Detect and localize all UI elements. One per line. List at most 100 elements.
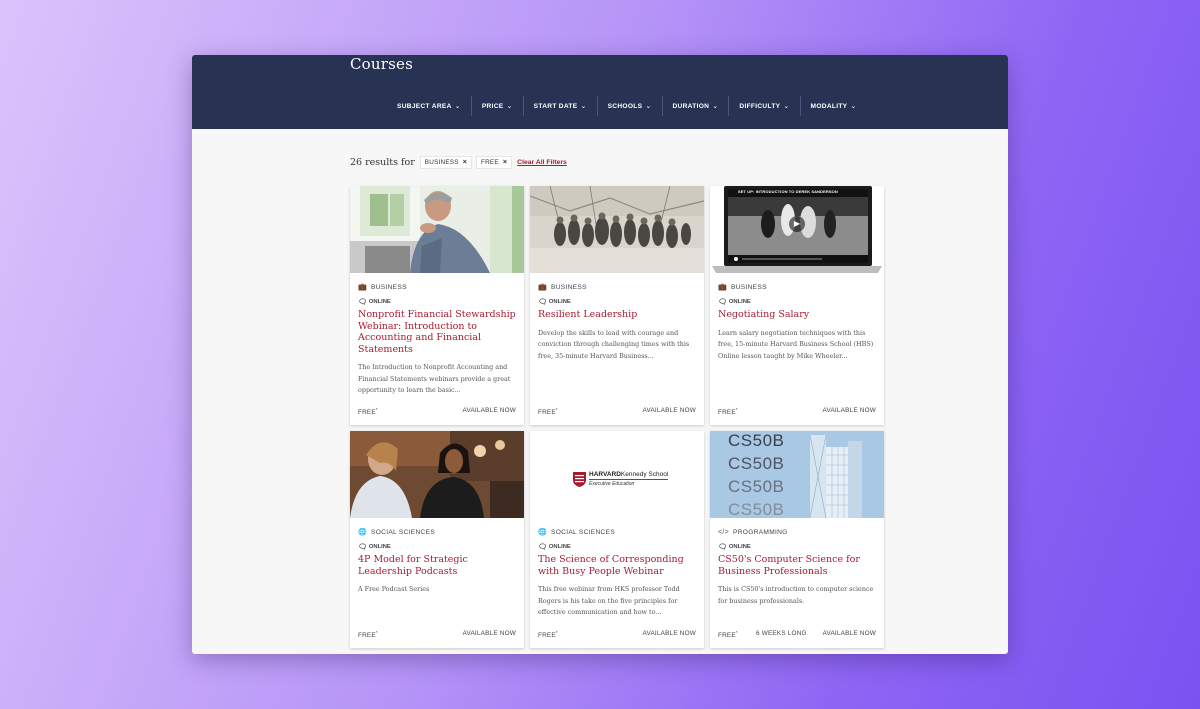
course-image: SET UP: INTRODUCTION TO DEREK SANDERSON …	[710, 186, 884, 273]
filter-subject-area[interactable]: SUBJECT AREA ⌄	[388, 96, 471, 116]
subject-label: BUSINESS	[551, 283, 587, 291]
price: FREE*	[358, 407, 378, 416]
card-subject: 🌐 SOCIAL SCIENCES	[358, 526, 516, 538]
filter-chip-business: BUSINESS ×	[419, 156, 473, 169]
shield-icon	[573, 471, 586, 487]
price-label: FREE	[358, 409, 376, 416]
modality-label: ONLINE	[368, 544, 391, 550]
card-body: 🌐 SOCIAL SCIENCES 🗨 ONLINE The Science of …	[530, 518, 704, 619]
price-footnote-mark: *	[555, 629, 558, 635]
card-body: 💼 BUSINESS 🗨 ONLINE Nonprofit Financial St…	[350, 273, 524, 397]
chat-bubble-icon: 🗨	[718, 544, 727, 551]
course-image	[350, 431, 524, 518]
logo-text-bold: HARVARD	[589, 471, 621, 478]
chip-label: BUSINESS	[424, 159, 459, 166]
card-subject: 💼 BUSINESS	[358, 281, 516, 293]
course-title-link[interactable]: The Science of Corresponding with Busy P…	[538, 554, 696, 577]
price: FREE*	[718, 630, 738, 639]
card-body: </> PROGRAMMING 🗨 ONLINE CS50's Computer S…	[710, 518, 884, 607]
card-body: 🌐 SOCIAL SCIENCES 🗨 ONLINE 4P Model for St…	[350, 518, 524, 596]
play-button-icon[interactable]: ▶	[789, 216, 805, 232]
course-card[interactable]: HARVARDKennedy School Executive Educatio…	[530, 431, 704, 648]
chat-bubble-icon: 🗨	[538, 544, 547, 551]
chip-label: FREE	[481, 159, 499, 166]
chevron-down-icon: ⌄	[580, 103, 587, 110]
availability: AVAILABLE NOW	[822, 406, 876, 414]
modality-label: ONLINE	[728, 544, 751, 550]
clear-all-filters-link[interactable]: Clear All Filters	[517, 159, 567, 166]
subject-label: BUSINESS	[371, 283, 407, 291]
modality-label: ONLINE	[728, 299, 751, 305]
course-description: This is CS50's introduction to computer …	[718, 585, 874, 605]
course-description: Develop the skills to lead with courage …	[538, 328, 690, 360]
chat-bubble-icon: 🗨	[358, 544, 367, 551]
card-subject: </> PROGRAMMING	[718, 526, 876, 538]
filter-label: SUBJECT AREA	[397, 102, 452, 110]
price: FREE*	[358, 630, 378, 639]
course-card[interactable]: 💼 BUSINESS 🗨 ONLINE Resilient Leadership D…	[530, 186, 704, 425]
chevron-down-icon: ⌄	[712, 103, 719, 110]
subject-label: BUSINESS	[731, 283, 767, 291]
subject-label: PROGRAMMING	[733, 528, 788, 536]
course-description: A Free Podcast Series	[358, 585, 430, 593]
price-label: FREE	[718, 409, 736, 416]
course-title-link[interactable]: 4P Model for Strategic Leadership Podcas…	[358, 554, 516, 577]
card-modality: 🗨 ONLINE	[358, 543, 516, 551]
filter-modality[interactable]: MODALITY ⌄	[799, 96, 867, 116]
card-subject: 💼 BUSINESS	[718, 281, 876, 293]
card-modality: 🗨 ONLINE	[718, 298, 876, 306]
course-description: This free webinar from HKS professor Tod…	[538, 585, 680, 616]
course-image	[530, 186, 704, 273]
price-footnote-mark: *	[375, 406, 378, 412]
briefcase-icon: 💼	[718, 284, 728, 291]
availability: AVAILABLE NOW	[642, 406, 696, 414]
card-subject: 🌐 SOCIAL SCIENCES	[538, 526, 696, 538]
video-caption: SET UP: INTRODUCTION TO DEREK SANDERSON	[738, 189, 838, 194]
chat-bubble-icon: 🗨	[358, 299, 367, 306]
briefcase-icon: 💼	[538, 284, 548, 291]
card-modality: 🗨 ONLINE	[358, 298, 516, 306]
card-footer: FREE* AVAILABLE NOW	[538, 407, 696, 416]
filter-label: DURATION	[672, 102, 710, 110]
course-card[interactable]: 💼 BUSINESS 🗨 ONLINE Nonprofit Financial St…	[350, 186, 524, 425]
logo-subtext: Executive Education	[589, 481, 635, 487]
price: FREE*	[538, 630, 558, 639]
chat-bubble-icon: 🗨	[538, 299, 547, 306]
course-image: CS50B CS50B CS50B CS50B	[710, 431, 884, 518]
course-title-link[interactable]: CS50's Computer Science for Business Pro…	[718, 554, 876, 577]
price-footnote-mark: *	[555, 406, 558, 412]
course-description: The Introduction to Nonprofit Accounting…	[358, 363, 511, 394]
filter-schools[interactable]: SCHOOLS ⌄	[596, 96, 662, 116]
availability: AVAILABLE NOW	[462, 629, 516, 637]
course-title-link[interactable]: Nonprofit Financial Stewardship Webinar:…	[358, 309, 516, 355]
price-footnote-mark: *	[735, 629, 738, 635]
course-card[interactable]: CS50B CS50B CS50B CS50B </>PROGRAMMING	[710, 431, 884, 648]
availability: AVAILABLE NOW	[642, 629, 696, 637]
chevron-down-icon: ⌄	[645, 103, 652, 110]
course-card[interactable]: 🌐 SOCIAL SCIENCES 🗨 ONLINE 4P Model for St…	[350, 431, 524, 648]
filter-chip-free: FREE ×	[476, 156, 513, 169]
modality-label: ONLINE	[548, 544, 571, 550]
course-title-link[interactable]: Negotiating Salary	[718, 309, 876, 321]
remove-chip-icon[interactable]: ×	[463, 159, 467, 166]
remove-chip-icon[interactable]: ×	[503, 159, 507, 166]
filter-duration[interactable]: DURATION ⌄	[661, 96, 729, 116]
filter-difficulty[interactable]: DIFFICULTY ⌄	[728, 96, 799, 116]
chevron-down-icon: ⌄	[850, 103, 857, 110]
price-label: FREE	[358, 632, 376, 639]
card-modality: 🗨 ONLINE	[718, 543, 876, 551]
filter-start-date[interactable]: START DATE ⌄	[522, 96, 597, 116]
availability: AVAILABLE NOW	[462, 406, 516, 414]
price: FREE*	[538, 407, 558, 416]
card-footer: FREE* 6 WEEKS LONG AVAILABLE NOW	[718, 630, 876, 639]
chat-bubble-icon: 🗨	[718, 299, 727, 306]
course-card[interactable]: SET UP: INTRODUCTION TO DEREK SANDERSON …	[710, 186, 884, 425]
course-title-link[interactable]: Resilient Leadership	[538, 309, 696, 321]
page-title: Courses	[350, 55, 414, 73]
results-count: 26 results for	[350, 157, 415, 168]
filter-price[interactable]: PRICE ⌄	[470, 96, 523, 116]
filter-label: START DATE	[533, 102, 578, 110]
card-modality: 🗨 ONLINE	[538, 543, 696, 551]
duration: 6 WEEKS LONG	[756, 629, 807, 637]
logo-text: Kennedy School	[620, 471, 669, 478]
